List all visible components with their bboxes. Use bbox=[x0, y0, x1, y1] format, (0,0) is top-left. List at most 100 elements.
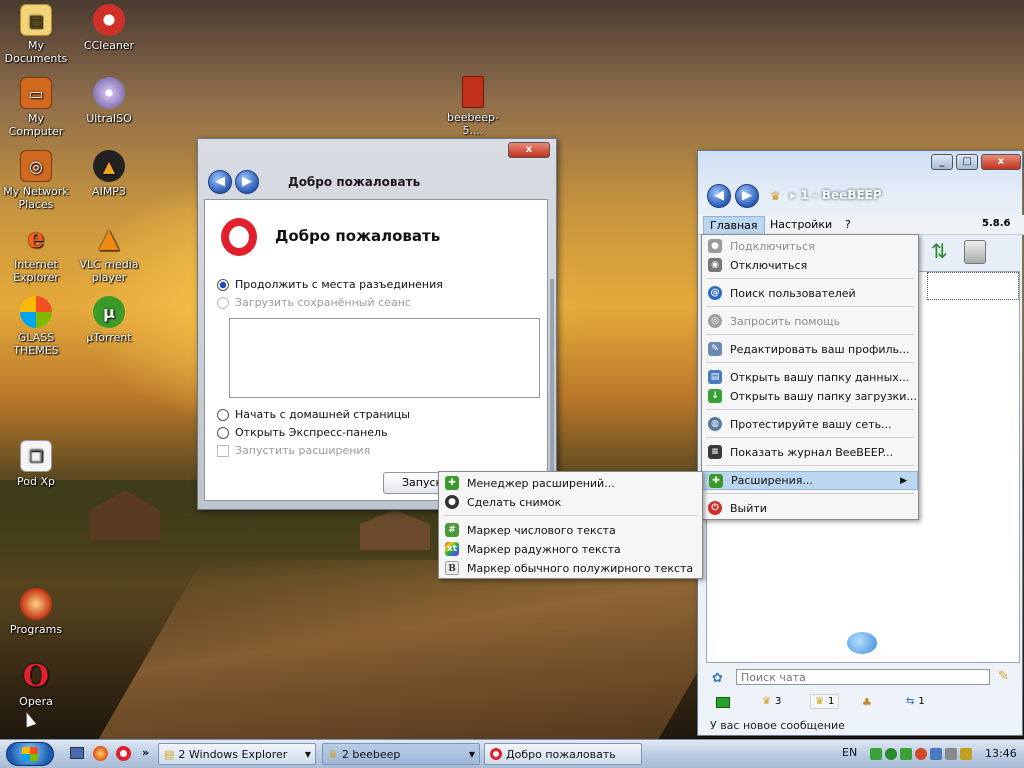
tray-bee-icon[interactable] bbox=[870, 748, 882, 760]
back-button[interactable]: ◀ bbox=[208, 170, 232, 194]
taskbar-opera[interactable]: Добро пожаловать bbox=[484, 743, 642, 765]
tray-tools-icon[interactable] bbox=[960, 748, 972, 760]
firefox-icon[interactable] bbox=[93, 746, 108, 761]
submenu-item-bold-marker[interactable]: B Маркер обычного полужирного текста bbox=[439, 559, 702, 578]
opera-icon bbox=[490, 748, 502, 760]
menu-item-show-log[interactable]: ≡ Показать журнал BeeBEEP... bbox=[702, 443, 918, 462]
close-button[interactable]: x bbox=[508, 142, 550, 158]
menu-item-edit-profile[interactable]: ✎ Редактировать ваш профиль... bbox=[702, 340, 918, 359]
archive-icon bbox=[462, 76, 484, 108]
utorrent-icon: µ bbox=[93, 296, 125, 328]
forward-button[interactable]: ▶ bbox=[235, 170, 259, 194]
folder-icon: ▤ bbox=[164, 747, 175, 761]
taskbar-beebeep[interactable]: ♛ 2 beebeep ▼ bbox=[322, 743, 480, 765]
extensions-checkbox[interactable]: Запустить расширения bbox=[217, 444, 370, 457]
radio-icon bbox=[217, 296, 229, 309]
folder-icon: ▤ bbox=[20, 4, 52, 36]
menu-item-connect[interactable]: ● Подключиться bbox=[702, 237, 918, 256]
desktop-icon-beebeep-archive[interactable]: beebeep-5.... bbox=[437, 76, 509, 137]
menu-settings[interactable]: Настройки bbox=[770, 218, 832, 231]
desktop-icon-pod-xp[interactable]: ❐ Pod Xp bbox=[0, 440, 72, 488]
menubar: Главная Настройки ? 5.8.6 bbox=[698, 215, 1024, 235]
close-icon: x bbox=[525, 144, 533, 155]
menu-item-request-help[interactable]: ◎ Запросить помощь bbox=[702, 312, 918, 331]
dropdown-arrow-icon: ▼ bbox=[468, 749, 475, 759]
taskbar-explorer[interactable]: ▤ 2 Windows Explorer ▼ bbox=[158, 743, 316, 765]
disc-icon bbox=[93, 77, 125, 109]
desktop-icon-internet-explorer[interactable]: e Internet Explorer bbox=[0, 223, 72, 285]
opera-icon: O bbox=[22, 658, 50, 694]
desktop-icon-opera[interactable]: O Opera bbox=[0, 660, 72, 708]
screen-status-icon[interactable] bbox=[716, 697, 730, 708]
maximize-button[interactable]: □ bbox=[956, 154, 978, 170]
dialog-content: Добро пожаловать Продолжить с места разъ… bbox=[204, 199, 548, 501]
tray-volume-icon[interactable] bbox=[945, 748, 957, 760]
users-count[interactable]: ♛ 3 bbox=[762, 696, 781, 707]
aimp-icon: ▲ bbox=[93, 150, 125, 182]
files-count[interactable]: ⇆ 1 bbox=[906, 696, 925, 707]
option-continue[interactable]: Продолжить с места разъединения bbox=[217, 278, 443, 291]
option-speed-dial[interactable]: Открыть Экспресс-панель bbox=[217, 426, 388, 439]
tray-monitor-icon[interactable] bbox=[930, 748, 942, 760]
option-load-session[interactable]: Загрузить сохранённый сеанс bbox=[217, 296, 411, 309]
submenu-item-numeric-marker[interactable]: # Маркер числового текста bbox=[439, 521, 702, 540]
menu-main[interactable]: Главная bbox=[703, 216, 765, 235]
help-icon: ◎ bbox=[708, 314, 722, 328]
chats-count[interactable]: ♛ 1 bbox=[810, 694, 840, 709]
desktop-icon-aimp3[interactable]: ▲ AIMP3 bbox=[73, 150, 145, 198]
quicklaunch-more-icon[interactable]: » bbox=[142, 746, 149, 759]
emoticon-icon[interactable]: ✿ bbox=[712, 671, 723, 686]
menu-item-open-download-folder[interactable]: ↓ Открыть вашу папку загрузки... bbox=[702, 387, 918, 406]
option-home-page[interactable]: Начать с домашней страницы bbox=[217, 408, 410, 421]
desktop-icon-my-documents[interactable]: ▤ My Documents bbox=[0, 4, 72, 65]
submenu-item-screenshot[interactable]: ● Сделать снимок bbox=[439, 493, 702, 512]
chat-icon: ♛ bbox=[815, 696, 824, 707]
menu-item-exit[interactable]: ⏻ Выйти bbox=[702, 499, 918, 518]
menu-item-extensions[interactable]: ✚ Расширения... ▶ bbox=[702, 471, 918, 490]
trash-icon[interactable] bbox=[964, 240, 986, 264]
download-folder-icon: ↓ bbox=[708, 389, 722, 403]
desktop-icon-ultraiso[interactable]: UltraISO bbox=[73, 77, 145, 125]
desktop-icon-ccleaner[interactable]: CCleaner bbox=[73, 4, 145, 52]
opera-quicklaunch-icon[interactable] bbox=[116, 746, 131, 761]
desktop-icon-network-places[interactable]: ◎ My Network Places bbox=[0, 150, 72, 211]
groups-icon[interactable]: ♣ bbox=[862, 696, 872, 709]
show-desktop-icon[interactable] bbox=[70, 747, 84, 759]
clock: 13:46 bbox=[985, 747, 1017, 760]
hash-icon: # bbox=[445, 523, 459, 537]
start-button[interactable] bbox=[6, 742, 54, 766]
desktop-icon-utorrent[interactable]: µ µTorrent bbox=[73, 296, 145, 344]
tray-utorrent-icon[interactable] bbox=[885, 748, 897, 760]
wallpaper-road bbox=[98, 560, 762, 740]
close-button[interactable]: x bbox=[981, 154, 1021, 170]
forward-button[interactable]: ▶ bbox=[735, 184, 759, 208]
menu-item-test-network[interactable]: ◍ Протестируйте вашу сеть... bbox=[702, 415, 918, 434]
desktop-icon-glass-themes[interactable]: GLASS THEMES bbox=[0, 296, 72, 357]
submenu-item-rainbow-marker[interactable]: xt Маркер радужного текста bbox=[439, 540, 702, 559]
arrows-icon[interactable]: ⇅ bbox=[931, 239, 957, 265]
tray-network-icon[interactable] bbox=[900, 748, 912, 760]
beebeep-main-menu: ● Подключиться ◉ Отключиться @ Поиск пользо… bbox=[701, 234, 919, 520]
scrollbar[interactable] bbox=[550, 279, 554, 479]
menu-help[interactable]: ? bbox=[845, 218, 851, 231]
menu-item-open-data-folder[interactable]: ▤ Открыть вашу папку данных... bbox=[702, 368, 918, 387]
submenu-item-extension-manager[interactable]: ✚ Менеджер расширений... bbox=[439, 474, 702, 493]
session-list[interactable] bbox=[229, 318, 540, 398]
language-indicator[interactable]: EN bbox=[842, 746, 857, 759]
back-button[interactable]: ◀ bbox=[707, 184, 731, 208]
connect-icon: ● bbox=[708, 239, 722, 253]
minimize-button[interactable]: _ bbox=[931, 154, 953, 170]
computer-icon: ▭ bbox=[20, 77, 52, 109]
brush-icon[interactable]: ✎ bbox=[998, 669, 1009, 684]
menu-separator bbox=[706, 409, 914, 410]
start-button[interactable]: Запуск bbox=[383, 472, 443, 494]
desktop-icon-my-computer[interactable]: ▭ My Computer bbox=[0, 77, 72, 138]
menu-item-search-users[interactable]: @ Поиск пользователей bbox=[702, 284, 918, 303]
disconnect-icon: ◉ bbox=[708, 258, 722, 272]
submenu-arrow-icon: ▶ bbox=[900, 475, 907, 486]
tray-ccleaner-icon[interactable] bbox=[915, 748, 927, 760]
chat-search-input[interactable] bbox=[736, 669, 990, 685]
desktop-icon-programs[interactable]: Programs bbox=[0, 588, 72, 636]
menu-item-disconnect[interactable]: ◉ Отключиться bbox=[702, 256, 918, 275]
desktop-icon-vlc[interactable]: ▲ VLC media player bbox=[73, 223, 145, 285]
